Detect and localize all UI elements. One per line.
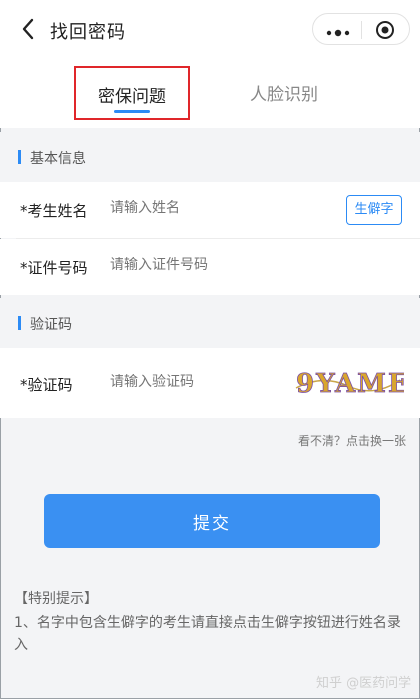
captcha-text: 9YAME — [296, 369, 404, 399]
submit-button[interactable]: 提交 — [44, 494, 380, 548]
name-label: *考生姓名 — [20, 202, 88, 220]
tab-label: 密保问题 — [98, 87, 166, 107]
captcha-input[interactable] — [110, 374, 280, 390]
tab-face-recognition[interactable]: 人脸识别 — [250, 80, 318, 105]
tab-bar: 密保问题 人脸识别 — [0, 56, 420, 128]
id-number-input[interactable] — [110, 257, 310, 273]
captcha-image[interactable]: 9YAME — [292, 364, 408, 400]
captcha-label: *验证码 — [20, 376, 73, 394]
target-icon[interactable] — [375, 20, 395, 40]
active-tab-indicator — [114, 110, 150, 113]
page-title: 找回密码 — [50, 22, 126, 43]
section-title: 验证码 — [30, 317, 72, 333]
section-accent-bar — [18, 316, 21, 330]
more-dots-icon[interactable] — [323, 24, 353, 37]
refresh-captcha-link[interactable]: 看不清？点击换一张 — [298, 432, 406, 449]
id-row: *证件号码 — [0, 239, 420, 295]
notice-title: 【特别提示】 — [14, 591, 98, 607]
mini-program-capsule — [312, 13, 410, 45]
capsule-divider — [361, 21, 362, 39]
rare-character-button[interactable]: 生僻字 — [346, 195, 402, 225]
section-accent-bar — [18, 150, 21, 164]
notice-body: 1、名字中包含生僻字的考生请直接点击生僻字按钮进行姓名录入 — [14, 615, 401, 653]
tab-security-question[interactable]: 密保问题 — [74, 66, 190, 120]
section-header-basic-info: 基本信息 — [0, 132, 420, 182]
name-input[interactable] — [110, 200, 310, 216]
section-header-captcha: 验证码 — [0, 298, 420, 348]
top-bar: 找回密码 — [0, 0, 420, 56]
id-label: *证件号码 — [20, 259, 88, 277]
watermark: 知乎 @医药问学 — [316, 676, 412, 691]
chevron-left-icon[interactable] — [16, 16, 40, 42]
section-title: 基本信息 — [30, 151, 86, 167]
